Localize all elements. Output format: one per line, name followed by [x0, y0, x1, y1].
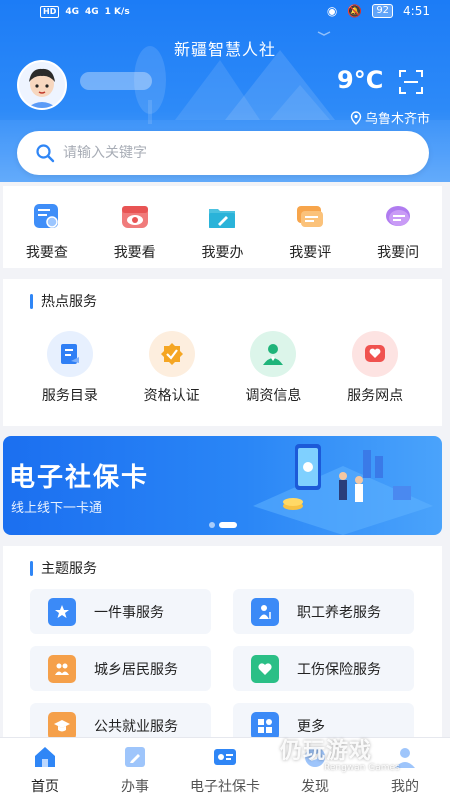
quick-item-handle[interactable]: 我要办 [182, 202, 262, 268]
quick-item-label: 我要问 [377, 245, 420, 261]
theme-item-one-thing[interactable]: 一件事服务 [30, 589, 211, 634]
watermark: 仍玩游戏 Rengwan Games [280, 733, 440, 777]
theme-services-card: 主题服务 一件事服务 职工养老服务 城乡居民服务 工伤保险服务 公共就业服务 更… [3, 546, 442, 748]
theme-item-label: 公共就业服务 [94, 718, 178, 735]
home-icon [35, 747, 55, 767]
signal-1: 4G [65, 7, 79, 17]
banner-subtitle: 线上线下一卡通 [11, 501, 103, 516]
residents-icon [48, 654, 76, 683]
tab-label: 首页 [31, 779, 59, 795]
location-label: 乌鲁木齐市 [364, 112, 430, 127]
hot-item-label: 服务网点 [347, 388, 404, 404]
hot-item-salary[interactable]: 调资信息 [228, 331, 318, 405]
person-icon [250, 331, 297, 377]
quick-item-label: 我要办 [201, 245, 244, 261]
avatar[interactable] [17, 60, 67, 110]
hot-item-catalog[interactable]: 服务目录 [25, 331, 115, 405]
quick-item-query[interactable]: 我要查 [7, 202, 87, 268]
carousel-dots [209, 522, 237, 528]
theme-services-grid: 一件事服务 职工养老服务 城乡居民服务 工伤保险服务 公共就业服务 更多 [30, 589, 417, 748]
eye-icon: ◉ [326, 4, 338, 18]
theme-item-label: 一件事服务 [94, 604, 164, 621]
e-card-banner[interactable]: 电子社保卡 线上线下一卡通 [3, 436, 442, 535]
hot-services-card: 热点服务 服务目录 资格认证 调资信息 服务网点 [3, 279, 442, 426]
theme-item-pension[interactable]: 职工养老服务 [233, 589, 414, 634]
quick-item-rate[interactable]: 我要评 [270, 202, 350, 268]
mute-icon: 🔕 [347, 4, 363, 18]
hot-item-certify[interactable]: 资格认证 [127, 331, 217, 405]
status-right: ◉ 🔕 92 4:51 [327, 4, 430, 18]
tab-ecard[interactable]: 电子社保卡 [180, 738, 270, 800]
theme-item-label: 工伤保险服务 [297, 661, 381, 678]
watermark-subtext: Rengwan Games [324, 763, 400, 773]
temperature: 9°C [337, 66, 384, 94]
grid-icon [251, 711, 279, 740]
certify-icon [148, 331, 195, 377]
app-title: 新疆智慧人社 [173, 40, 276, 59]
tab-label: 电子社保卡 [190, 779, 260, 795]
tab-label: 发现 [301, 779, 329, 795]
folder-pen-icon [209, 209, 236, 228]
search-input[interactable] [63, 145, 363, 161]
theme-item-residents[interactable]: 城乡居民服务 [30, 646, 211, 691]
status-bar: HD 4G 4G 1 K/s ◉ 🔕 92 4:51 [0, 0, 450, 26]
star-badge-icon [48, 597, 76, 626]
network-indicators: HD 4G 4G 1 K/s [40, 6, 130, 18]
banner-illustration [253, 444, 433, 535]
theme-item-label: 城乡居民服务 [94, 661, 178, 678]
battery-indicator: 92 [372, 4, 394, 18]
comment-icon [297, 206, 324, 227]
signal-2: 4G [85, 7, 99, 17]
hot-item-label: 资格认证 [143, 388, 200, 404]
hot-item-label: 调资信息 [245, 388, 302, 404]
edit-icon [125, 747, 145, 767]
theme-item-injury[interactable]: 工伤保险服务 [233, 646, 414, 691]
graduate-icon [48, 711, 76, 740]
card-icon [214, 749, 236, 765]
heart-icon [251, 654, 279, 683]
title-accent-bar [30, 560, 33, 576]
quick-menu: 我要查 我要看 我要办 我要评 我要问 [3, 186, 442, 268]
banner-title: 电子社保卡 [9, 463, 150, 493]
username-blurred [80, 72, 152, 90]
hot-item-label: 服务目录 [41, 388, 98, 404]
net-speed: 1 K/s [104, 7, 130, 17]
elder-icon [251, 597, 279, 626]
carousel-dot-active[interactable] [219, 522, 237, 528]
hot-services-title-text: 热点服务 [41, 294, 97, 310]
hd-indicator: HD [40, 6, 60, 18]
theme-services-title: 主题服务 [30, 558, 97, 578]
catalog-icon [46, 331, 93, 377]
eye-icon [121, 206, 148, 228]
quick-item-label: 我要查 [25, 245, 68, 261]
scan-icon[interactable] [398, 69, 424, 95]
search-doc-icon [33, 204, 58, 228]
heart-location-icon [352, 331, 399, 377]
carousel-dot[interactable] [209, 522, 215, 528]
title-accent-bar [30, 293, 33, 309]
hot-services-row: 服务目录 资格认证 调资信息 服务网点 [3, 331, 442, 405]
clock: 4:51 [403, 4, 430, 18]
avatar-icon [19, 62, 65, 108]
quick-item-label: 我要评 [289, 245, 332, 261]
theme-item-label: 职工养老服务 [297, 604, 381, 621]
theme-services-title-text: 主题服务 [41, 561, 97, 577]
tab-services[interactable]: 办事 [90, 738, 180, 800]
quick-item-view[interactable]: 我要看 [95, 202, 175, 268]
search-icon [36, 144, 55, 163]
quick-item-ask[interactable]: 我要问 [358, 202, 438, 268]
question-chat-icon [386, 206, 411, 226]
watermark-text: 仍玩游戏 [280, 739, 373, 764]
search-bar[interactable] [17, 131, 429, 175]
tab-label: 办事 [121, 779, 149, 795]
hot-services-title: 热点服务 [30, 291, 97, 311]
hot-item-outlets[interactable]: 服务网点 [330, 331, 420, 405]
quick-item-label: 我要看 [113, 245, 156, 261]
tab-home[interactable]: 首页 [0, 738, 90, 800]
tab-label: 我的 [391, 779, 419, 795]
location-pin-icon [350, 110, 362, 125]
location[interactable]: 乌鲁木齐市 [350, 108, 430, 127]
